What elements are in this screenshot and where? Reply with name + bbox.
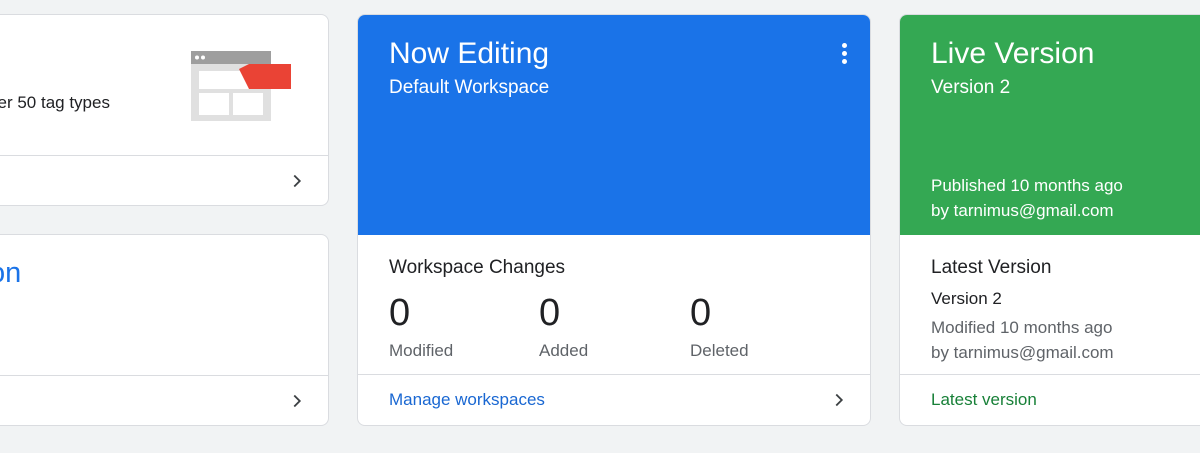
manage-workspaces-link[interactable]: Manage workspaces	[389, 390, 545, 410]
latest-version-name: Version 2	[931, 289, 1002, 308]
workspace-changes-title: Workspace Changes	[389, 257, 566, 278]
tag-types-description: ver 50 tag types	[0, 93, 110, 112]
now-editing-header: Now Editing Default Workspace	[358, 15, 870, 235]
live-divider	[900, 374, 1200, 375]
now-editing-title: Now Editing	[389, 37, 550, 70]
now-editing-card: Now Editing Default Workspace Workspace …	[357, 14, 871, 426]
version-card-heading: on	[0, 257, 22, 289]
live-version-header: Live Version Version 2 Published 10 mont…	[900, 15, 1200, 235]
latest-version-info: Modified 10 months ago by tarnimus@gmail…	[931, 315, 1114, 365]
latest-version-link[interactable]: Latest version	[931, 390, 1037, 410]
more-vert-icon[interactable]	[840, 43, 848, 67]
live-published-date: Published 10 months ago	[931, 176, 1123, 195]
version-card: on n	[0, 234, 329, 426]
latest-version-title: Latest Version	[931, 257, 1052, 278]
tag-types-card: ver 50 tag types	[0, 14, 329, 206]
live-published-by: by tarnimus@gmail.com	[931, 201, 1114, 220]
stat-modified-label: Modified	[389, 341, 454, 360]
stat-added-label: Added	[539, 341, 589, 360]
live-version-name: Version 2	[931, 77, 1011, 98]
version-card-divider	[0, 375, 328, 376]
live-version-card: Live Version Version 2 Published 10 mont…	[899, 14, 1200, 426]
latest-version-by: by tarnimus@gmail.com	[931, 343, 1114, 362]
stat-deleted-label: Deleted	[690, 341, 749, 360]
stat-modified: 0 Modified	[389, 291, 529, 361]
stat-modified-value: 0	[389, 292, 411, 334]
stat-deleted-value: 0	[690, 292, 712, 334]
workspace-divider	[358, 374, 870, 375]
tag-illustration-icon	[191, 51, 291, 123]
live-published-info: Published 10 months ago by tarnimus@gmai…	[931, 173, 1123, 223]
stat-added: 0 Added	[539, 291, 679, 361]
stat-deleted: 0 Deleted	[690, 291, 830, 361]
tag-types-divider	[0, 155, 328, 156]
chevron-right-icon[interactable]	[286, 390, 308, 412]
workspace-name: Default Workspace	[389, 77, 550, 98]
stat-added-value: 0	[539, 292, 561, 334]
chevron-right-icon[interactable]	[286, 170, 308, 192]
latest-version-modified: Modified 10 months ago	[931, 318, 1113, 337]
chevron-right-icon[interactable]	[828, 389, 850, 411]
live-version-title: Live Version	[931, 37, 1095, 70]
